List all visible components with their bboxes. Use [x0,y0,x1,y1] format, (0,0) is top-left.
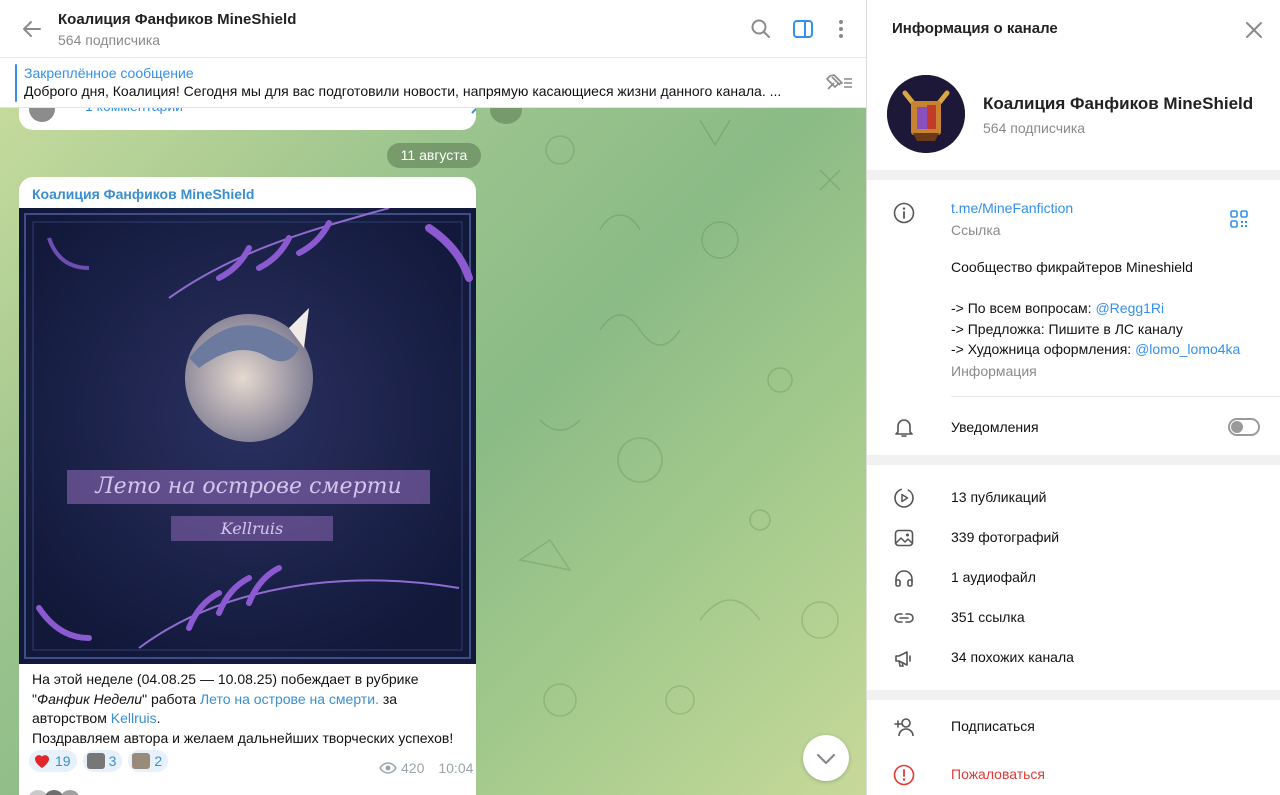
bell-icon [895,419,913,437]
avatar-stack [29,790,79,795]
red-heart-icon [35,755,49,768]
pinned-list-icon[interactable] [824,71,854,95]
desc-line: Сообщество фикрайтеров Mineshield [951,259,1193,275]
qr-code-icon[interactable] [1229,209,1249,229]
reaction-sticker-1[interactable]: 3 [82,750,123,772]
text-fragment: авторством [32,710,111,726]
sidebar-toggle-icon[interactable] [792,18,814,40]
chevron-down-icon [816,753,836,765]
desc-spacer [951,278,1240,299]
post-text-line: "Фанфик Недели" работа Лето на острове н… [32,690,472,710]
post-text: На этой неделе (04.08.25 — 10.08.25) поб… [32,670,472,748]
section-divider [867,170,1280,180]
reactions-row: 19 3 2 [29,750,169,772]
channel-description: Сообщество фикрайтеров Mineshield -> По … [951,257,1240,360]
megaphone-icon [895,651,911,667]
stat-audio[interactable]: 1 аудиофайл [951,569,1036,585]
pinned-message-bar[interactable]: Закреплённое сообщение Доброго дня, Коал… [0,58,866,108]
reaction-sticker-2[interactable]: 2 [128,750,169,772]
post-text-line: Поздравляем автора и желаем дальнейших т… [32,729,454,746]
notifications-toggle[interactable] [1228,418,1260,436]
author-link[interactable]: Kellruis [111,710,157,726]
views-eye-icon [379,762,397,774]
text-fragment: . [156,710,161,726]
channel-subscribers: 564 подписчика [983,120,1086,136]
cover-artwork [19,208,476,664]
headphones-icon [895,570,913,587]
channel-name: Коалиция Фанфиков MineShield [983,94,1254,113]
cover-author-text: Kellruis [171,516,333,541]
stat-posts[interactable]: 13 публикаций [951,489,1046,505]
date-separator: 11 августа [387,143,481,168]
notifications-label: Уведомления [951,419,1039,435]
scroll-down-button[interactable] [803,735,849,781]
italic-text: Фанфик Недели [36,690,143,707]
toggle-knob [1231,421,1243,433]
reaction-count: 2 [154,753,163,769]
post-time: 10:04 [438,760,474,776]
stat-links[interactable]: 351 ссылка [951,609,1025,625]
text-fragment: -> Художница оформления: [951,341,1136,357]
description-label: Информация [951,363,1037,379]
chat-area: Коалиция Фанфиков MineShield 564 подписч… [0,0,866,795]
stat-photos[interactable]: 339 фотографий [951,529,1059,545]
search-icon[interactable] [750,18,772,40]
chat-subscriber-count: 564 подписчика [58,32,161,48]
back-arrow-icon[interactable] [20,17,44,41]
panel-title: Информация о канале [892,20,1058,37]
subscribe-button[interactable]: Подписаться [951,718,1035,734]
desc-line: -> Предложка: Пишите в ЛС каналу [951,320,1183,337]
post-author[interactable]: Коалиция Фанфиков MineShield [32,186,254,202]
artist-link[interactable]: @lomo_lomo4ka [1135,341,1240,357]
post-image[interactable]: Лето на острове смерти Kellruis [19,208,476,664]
pinned-title: Закреплённое сообщение [24,65,194,81]
cover-title-text: Лето на острове смерти [67,470,430,504]
chat-title[interactable]: Коалиция Фанфиков MineShield [58,11,296,28]
reaction-count: 19 [55,753,71,769]
reaction-count: 3 [108,753,117,769]
section-divider [867,455,1280,465]
post-text-line: авторством Kellruis. [32,709,472,729]
channel-post[interactable]: Коалиция Фанфиков MineShield Лето на ост… [19,177,476,795]
link-icon [894,613,914,623]
info-icon [893,202,915,224]
custom-sticker-1-icon [86,753,105,769]
reaction-heart[interactable]: 19 [29,750,77,772]
stat-similar-channels[interactable]: 34 похожих канала [951,649,1074,665]
desc-line: -> Художница оформления: @lomo_lomo4ka [951,339,1240,360]
text-fragment: -> По всем вопросам: [951,300,1096,316]
text-fragment: " работа [142,690,200,707]
pinned-text: Доброго дня, Коалиция! Сегодня мы для ва… [24,83,782,99]
report-icon [893,764,915,786]
more-menu-icon[interactable] [830,18,852,40]
telegram-window: Коалиция Фанфиков MineShield 564 подписч… [0,0,1280,795]
section-divider [867,690,1280,700]
channel-logo [887,75,965,153]
close-icon[interactable] [1244,20,1264,40]
contact-link[interactable]: @Regg1Ri [1095,300,1164,316]
views-count: 420 [401,760,425,776]
post-text-line: На этой неделе (04.08.25 — 10.08.25) поб… [32,671,419,687]
photo-icon [894,529,914,547]
custom-sticker-2-icon [132,753,151,769]
row-divider [951,396,1280,397]
report-button[interactable]: Пожаловаться [951,766,1045,782]
channel-avatar[interactable] [887,75,965,153]
add-user-icon [894,718,914,737]
text-fragment: за [378,690,398,707]
channel-info-panel: Информация о канале Коалиция Фанфиков Mi… [866,0,1280,795]
pinned-indicator [15,64,17,102]
desc-line: -> По всем вопросам: @Regg1Ri [951,298,1240,319]
next-post-avatars [26,787,96,795]
link-label: Ссылка [951,222,1001,238]
post-meta: 420 10:04 [379,760,473,776]
video-play-icon [894,488,914,508]
channel-link[interactable]: t.me/MineFanfiction [951,200,1073,216]
chat-header: Коалиция Фанфиков MineShield 564 подписч… [0,0,866,58]
story-link[interactable]: Лето на острове на смерти. [200,691,379,707]
